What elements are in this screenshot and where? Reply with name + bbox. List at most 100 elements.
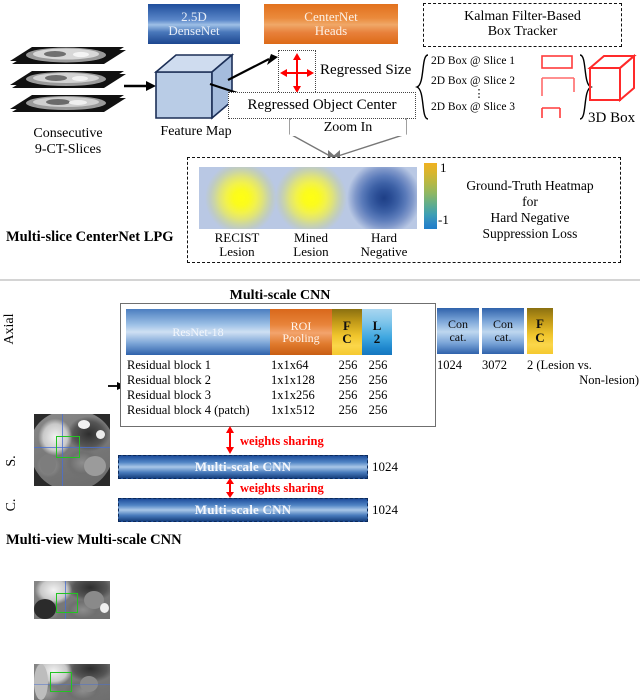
tracker-slice-3: 2D Box @ Slice 3 [431, 101, 516, 113]
arrow-featuremap-to-size [227, 54, 280, 82]
output-label-line2: Non-lesion) [579, 372, 639, 387]
weights-sharing-arrow-1 [224, 426, 236, 454]
table-body: Residual block 1 1x1x64 256 256 Residual… [127, 358, 430, 418]
concat2-value: 3072 [482, 358, 507, 372]
feature-map-label: Feature Map [160, 124, 232, 139]
colorbar-max-label: 1 [440, 160, 447, 175]
header-roi-line2: Pooling [282, 331, 320, 345]
table-title: Multi-scale CNN [229, 288, 331, 303]
heatmap-caption-line2: for [522, 193, 538, 209]
input-label: Consecutive 9-CT-Slices [6, 126, 130, 157]
weights-sharing-label-1: weights sharing [240, 434, 324, 448]
header-fc: F C [332, 309, 362, 355]
box3d-label: 3D Box [588, 110, 636, 126]
centernet-label-line1: CenterNet [304, 9, 358, 25]
row-block-4: Residual block 4 (patch) [127, 403, 250, 417]
row-l2-1: 256 [368, 358, 388, 372]
lesion-box-coronal [50, 672, 72, 692]
tracker-brace-left [415, 54, 430, 120]
row-block-3: Residual block 3 [127, 388, 212, 402]
tracker-slice-1: 2D Box @ Slice 1 [431, 55, 516, 67]
header-concat-1: Con cat. [437, 308, 479, 354]
concat1-value: 1024 [437, 358, 462, 372]
output-label: 2 (Lesion vs. Non-lesion) [527, 358, 639, 388]
tracker-ellipsis: ⋮ [473, 88, 485, 100]
ct-slice-stack [8, 44, 130, 124]
block-centernet-heads: CenterNet Heads [264, 4, 398, 44]
table-header-row: ResNet-18 ROI Pooling F C L 2 [126, 309, 430, 355]
row-l2-2: 256 [368, 373, 388, 387]
box3d-icon [587, 53, 638, 110]
module-label-multiview-cnn: Multi-view Multi-scale CNN [6, 532, 182, 548]
cnn-bar-coronal-label: Multi-scale CNN [194, 502, 292, 517]
header-l2-line2: 2 [373, 331, 381, 346]
heatmap-label-mined: Mined Lesion [272, 230, 350, 260]
table-row: Residual block 2 1x1x128 256 256 [127, 373, 430, 388]
table-row: Residual block 1 1x1x64 256 256 [127, 358, 430, 373]
input-label-line1: Consecutive [33, 126, 103, 141]
regressed-size-icon-box [278, 50, 316, 96]
heatmap-label-hardneg-line2: Negative [360, 244, 408, 260]
row-l2-4: 256 [368, 403, 388, 417]
row-dims-4: 1x1x512 [271, 403, 315, 417]
heatmap-label-recist: RECIST Lesion [196, 230, 278, 260]
tracker-slice-2: 2D Box @ Slice 2 [431, 74, 516, 87]
tracker-label-line2: Box Tracker [487, 24, 558, 39]
heatmap-colorbar [424, 163, 437, 229]
heatmap-caption: Ground-Truth Heatmap for Hard Negative S… [444, 178, 616, 242]
row-dims-2: 1x1x128 [271, 373, 315, 387]
weights-sharing-arrow-2 [224, 478, 236, 498]
module-label-centernet-lpg: Multi-slice CenterNet LPG [6, 229, 186, 246]
densenet-label-line2: DenseNet [168, 23, 220, 38]
header-resnet18: ResNet-18 [126, 309, 270, 355]
heatmap-label-hardneg: Hard Negative [342, 230, 426, 260]
view-label-sagittal: S. [4, 444, 20, 478]
header-concat1-line2: cat. [449, 330, 467, 344]
cnn-bar-sagittal-label: Multi-scale CNN [194, 459, 292, 474]
multiscale-cnn-table: ResNet-18 ROI Pooling F C L 2 Residual b… [120, 303, 436, 427]
regressed-size-label: Regressed Size [320, 62, 412, 78]
header-fc2-line1: F [536, 316, 544, 332]
weights-sharing-label-2: weights sharing [240, 481, 324, 495]
module-label-centernet-lpg-text: Multi-slice CenterNet LPG [6, 229, 174, 245]
row-fc-3: 256 [338, 388, 358, 402]
output-label-line1: 2 (Lesion vs. [527, 358, 592, 372]
heatmap-blob-hardneg [347, 167, 417, 229]
arrow-stack-to-featuremap [124, 79, 156, 93]
ct-thumbnail-sagittal [34, 581, 110, 619]
heatmap-caption-line4: Suppression Loss [482, 225, 578, 241]
regressed-center-label: Regressed Object Center [247, 96, 397, 113]
cnn-bar-coronal: Multi-scale CNN [118, 498, 368, 522]
header-fc-line2: C [342, 331, 352, 346]
regressed-object-center-box: Regressed Object Center [228, 92, 416, 119]
panel-divider [0, 279, 640, 281]
row-fc-1: 256 [338, 358, 358, 372]
header-concat-2: Con cat. [482, 308, 524, 354]
row-l2-3: 256 [368, 388, 388, 402]
tracker-slice-list: 2D Box @ Slice 1 2D Box @ Slice 2 ⋮ 2D B… [431, 52, 541, 114]
block-densenet: 2.5D DenseNet [148, 4, 240, 44]
lesion-box-axial [56, 436, 80, 458]
heatmap-label-recist-line2: Lesion [219, 244, 255, 260]
header-fc2-line2: C [535, 330, 545, 345]
heatmap-blob-mined [275, 167, 347, 229]
zoom-in-label: Zoom In [290, 120, 406, 136]
heatmap-label-mined-line1: Mined [294, 230, 328, 245]
table-row: Residual block 3 1x1x256 256 256 [127, 388, 430, 403]
heatmap-label-mined-line2: Lesion [293, 244, 329, 260]
view-label-coronal: C. [4, 488, 20, 522]
row-block-2: Residual block 2 [127, 373, 212, 387]
row-block-1: Residual block 1 [127, 358, 212, 372]
heatmap-label-hardneg-line1: Hard [371, 230, 397, 245]
ct-thumbnail-axial [34, 414, 110, 486]
centernet-label-line2: Heads [314, 23, 348, 38]
table-row: Residual block 4 (patch) 1x1x512 256 256 [127, 403, 430, 418]
header-resnet18-label: ResNet-18 [172, 325, 224, 339]
input-label-line2: 9-CT-Slices [34, 141, 102, 157]
row-dims-3: 1x1x256 [271, 388, 315, 402]
header-fc-output: F C [527, 308, 553, 354]
header-l2: L 2 [362, 309, 392, 355]
view-label-sagittal-text: S. [4, 455, 19, 467]
coronal-value: 1024 [372, 502, 398, 517]
size-arrows-icon [280, 53, 314, 93]
